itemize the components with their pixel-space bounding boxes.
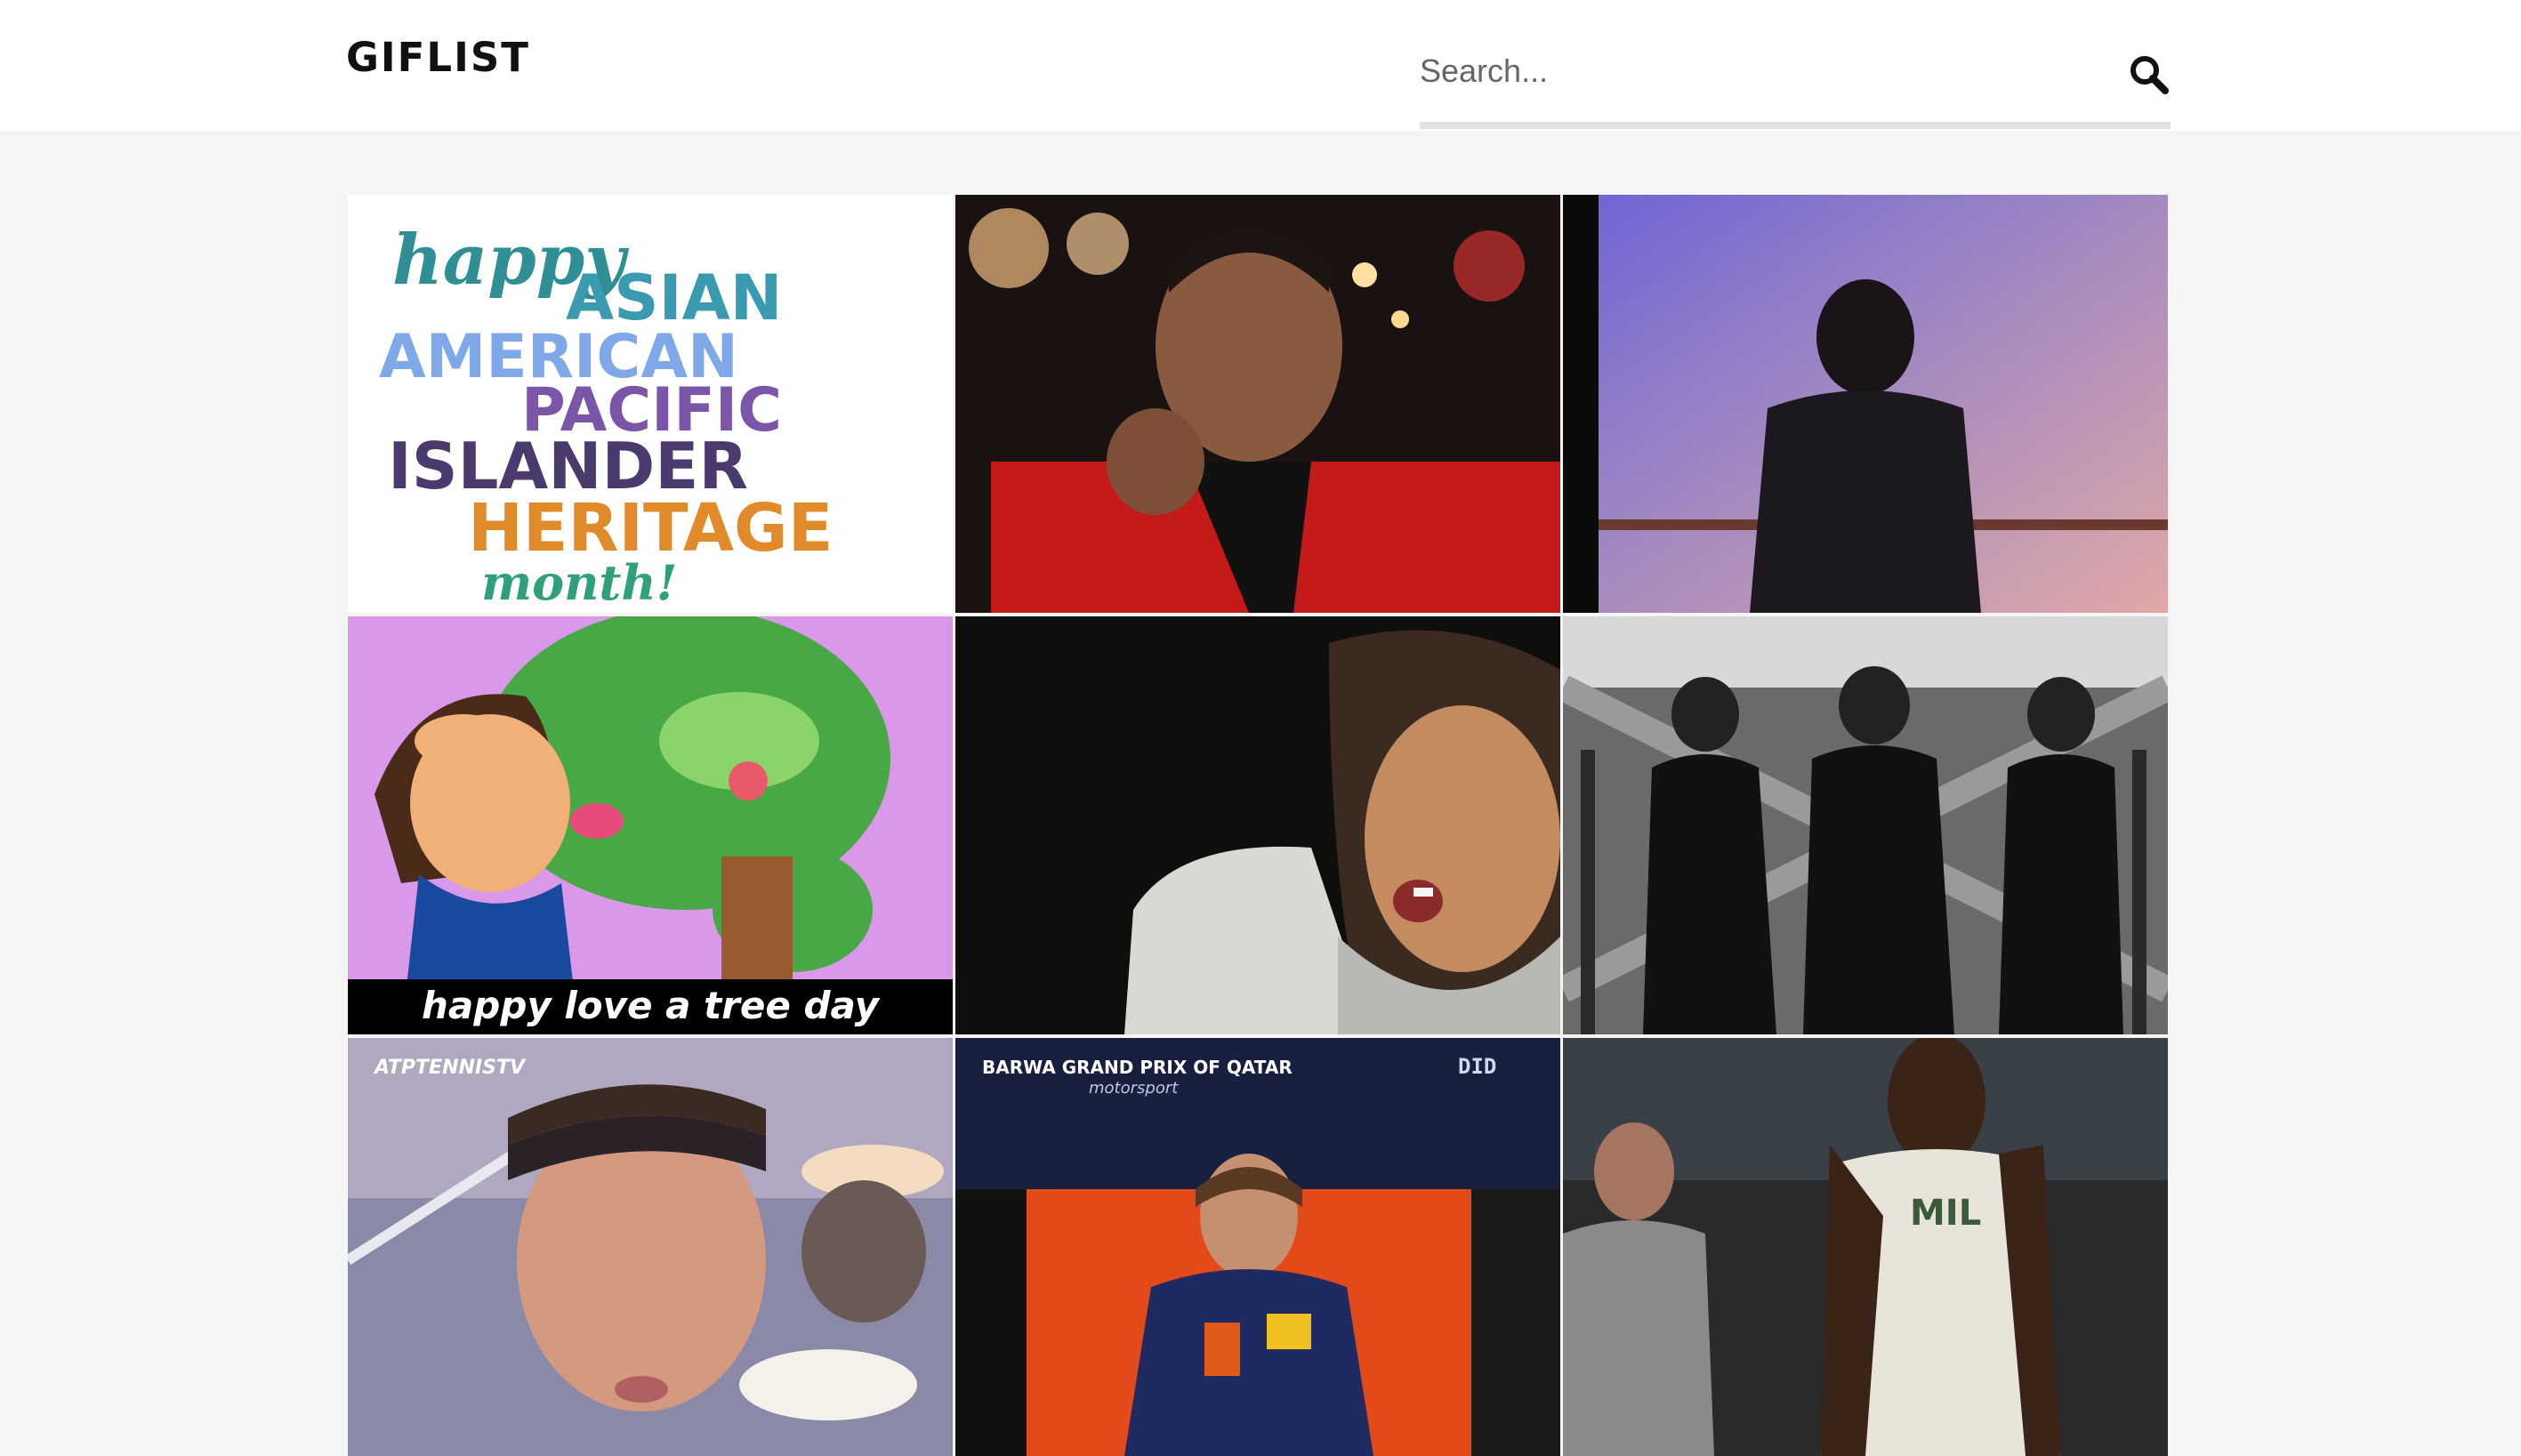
gif-tile-man-red-jacket[interactable] xyxy=(955,195,1560,613)
heritage-line-month: month! xyxy=(481,554,677,611)
search-button[interactable] xyxy=(2128,53,2171,96)
search-input[interactable] xyxy=(1420,36,2096,107)
motogp-banner-sub: motorsport xyxy=(1089,1079,1179,1098)
gif-caption: happy love a tree day xyxy=(348,979,953,1034)
gif-tile-heritage-month[interactable]: happy ASIAN AMERICAN PACIFIC ISLANDER HE… xyxy=(348,195,953,613)
gif-tile-three-dancers[interactable] xyxy=(1563,616,2168,1034)
woman-eating-image xyxy=(955,616,1560,1034)
basketball-image: MIL xyxy=(1563,1038,2168,1456)
motogp-image: BARWA GRAND PRIX OF QATAR motorsport DID xyxy=(955,1038,1560,1456)
dancer-purple-image xyxy=(1563,195,2168,613)
love-a-tree-image xyxy=(348,616,953,1034)
tennis-image: ATPTENNISTV xyxy=(348,1038,953,1456)
gif-tile-love-a-tree[interactable]: happy love a tree day xyxy=(348,616,953,1034)
search-bar xyxy=(1420,36,2171,130)
gif-tile-motogp[interactable]: BARWA GRAND PRIX OF QATAR motorsport DID xyxy=(955,1038,1560,1456)
heritage-month-image: happy ASIAN AMERICAN PACIFIC ISLANDER HE… xyxy=(348,195,953,613)
gif-tile-dancer-purple[interactable] xyxy=(1563,195,2168,613)
basketball-jersey: MIL xyxy=(1910,1193,1981,1234)
search-underline xyxy=(1420,122,2171,129)
gif-grid: happy ASIAN AMERICAN PACIFIC ISLANDER HE… xyxy=(348,195,2168,1456)
tennis-watermark: ATPTENNISTV xyxy=(373,1057,527,1079)
site-logo[interactable]: GIFLIST xyxy=(346,34,530,81)
gif-tile-tennis[interactable]: ATPTENNISTV xyxy=(348,1038,953,1456)
three-dancers-image xyxy=(1563,616,2168,1034)
top-bar: GIFLIST xyxy=(0,0,2521,131)
gif-tile-basketball[interactable]: MIL xyxy=(1563,1038,2168,1456)
man-red-jacket-image xyxy=(955,195,1560,613)
search-icon xyxy=(2130,56,2169,94)
gif-tile-woman-eating[interactable] xyxy=(955,616,1560,1034)
motogp-banner: BARWA GRAND PRIX OF QATAR xyxy=(982,1057,1293,1078)
motogp-corner-label: DID xyxy=(1458,1054,1496,1079)
